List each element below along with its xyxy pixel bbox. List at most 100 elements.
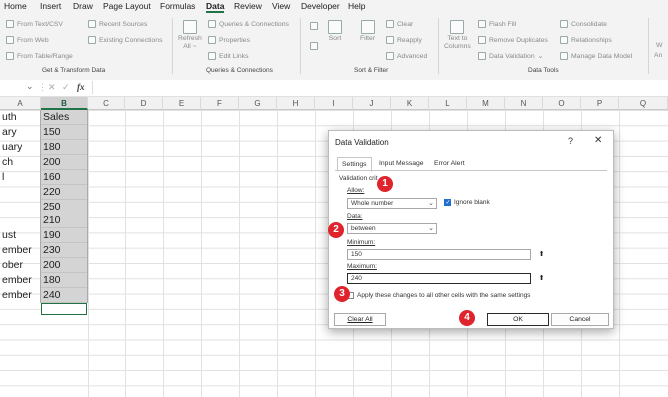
cancel-button[interactable]: Cancel: [551, 313, 609, 326]
menu-developer[interactable]: Developer: [301, 1, 340, 11]
existing-connections-button[interactable]: Existing Connections: [88, 36, 162, 44]
from-web-label: From Web: [17, 36, 49, 44]
column-header-o[interactable]: O: [543, 97, 581, 110]
column-header-d[interactable]: D: [125, 97, 163, 110]
column-header-i[interactable]: I: [315, 97, 353, 110]
sort-za-button[interactable]: [310, 42, 318, 50]
grid-line: [619, 110, 620, 397]
ok-button[interactable]: OK: [487, 313, 549, 326]
edit-links-button[interactable]: Edit Links: [208, 52, 248, 60]
from-web-button[interactable]: From Web: [6, 36, 49, 44]
minimum-input[interactable]: 150 ⬆: [347, 249, 544, 260]
cell-a[interactable]: ch: [2, 155, 13, 170]
consolidate-label: Consolidate: [571, 20, 607, 28]
relationships-button[interactable]: Relationships: [560, 36, 612, 44]
column-header-e[interactable]: E: [163, 97, 201, 110]
cell-a[interactable]: ember: [2, 288, 32, 303]
remove-duplicates-label: Remove Duplicates: [489, 36, 548, 44]
cell-a[interactable]: ust: [2, 228, 16, 243]
column-header-q[interactable]: Q: [619, 97, 668, 110]
column-header-l[interactable]: L: [429, 97, 467, 110]
column-header-k[interactable]: K: [391, 97, 429, 110]
manage-data-model-button[interactable]: Manage Data Model: [560, 52, 632, 60]
enter-icon[interactable]: ✓: [62, 82, 70, 93]
menu-home[interactable]: Home: [4, 1, 27, 11]
from-text-csv-button[interactable]: From Text/CSV: [6, 20, 63, 28]
sort-za-icon: [310, 42, 318, 50]
menu-help[interactable]: Help: [348, 1, 365, 11]
refresh-all-button[interactable]: Refresh All ~: [178, 20, 202, 50]
consolidate-button[interactable]: Consolidate: [560, 20, 607, 28]
menu-draw[interactable]: Draw: [73, 1, 93, 11]
validation-criteria-label: Validation crit: [339, 175, 378, 182]
tab-divider: [335, 170, 607, 171]
column-header-h[interactable]: H: [277, 97, 315, 110]
data-tools-group-label: Data Tools: [528, 67, 559, 74]
close-icon[interactable]: ✕: [594, 135, 602, 146]
minimum-label: Minimum:: [347, 239, 376, 246]
from-table-range-button[interactable]: From Table/Range: [6, 52, 73, 60]
column-header-m[interactable]: M: [467, 97, 505, 110]
sort-icon: [328, 20, 342, 34]
clear-all-button[interactable]: Clear All: [334, 313, 386, 326]
refresh-label: Refresh: [178, 35, 202, 42]
tab-error-alert[interactable]: Error Alert: [430, 157, 469, 170]
cell-a[interactable]: uth: [2, 110, 17, 125]
advanced-button[interactable]: Advanced: [386, 52, 427, 60]
menu-page-layout[interactable]: Page Layout: [103, 1, 151, 11]
menu-insert[interactable]: Insert: [40, 1, 61, 11]
column-header-b[interactable]: B: [41, 97, 88, 110]
menu-view[interactable]: View: [272, 1, 290, 11]
recent-sources-button[interactable]: Recent Sources: [88, 20, 147, 28]
name-box-dropdown-icon[interactable]: ⌄: [26, 81, 34, 92]
text-to-columns-button[interactable]: Text to Columns: [444, 20, 471, 50]
cell-a[interactable]: ober: [2, 258, 23, 273]
sort-button[interactable]: Sort: [328, 20, 342, 42]
column-header-f[interactable]: F: [201, 97, 239, 110]
step-badge-1: 1: [377, 176, 393, 192]
ignore-blank-checkbox[interactable]: [444, 199, 451, 206]
function-icon[interactable]: fx: [77, 82, 85, 92]
column-header-a[interactable]: A: [0, 97, 41, 110]
data-validation-button[interactable]: Data Validation ⌄: [478, 52, 543, 60]
get-transform-group-label: Get & Transform Data: [42, 67, 106, 74]
column-header-n[interactable]: N: [505, 97, 543, 110]
reapply-button[interactable]: Reapply: [386, 36, 422, 44]
cell-a[interactable]: ember: [2, 273, 32, 288]
step-badge-3: 3: [334, 286, 350, 302]
clear-button[interactable]: Clear: [386, 20, 413, 28]
chevron-down-icon: ⌄: [428, 200, 434, 207]
column-header-g[interactable]: G: [239, 97, 277, 110]
formula-input[interactable]: [92, 81, 667, 94]
apply-changes-label: Apply these changes to all other cells w…: [357, 292, 531, 299]
properties-button[interactable]: Properties: [208, 36, 250, 44]
active-cell[interactable]: [41, 303, 87, 315]
column-header-j[interactable]: J: [353, 97, 391, 110]
allow-dropdown[interactable]: Whole number ⌄: [347, 198, 437, 209]
maximum-input[interactable]: 240 ⬆: [347, 273, 544, 284]
column-header-c[interactable]: C: [88, 97, 125, 110]
step-badge-4: 4: [459, 310, 475, 326]
from-table-range-label: From Table/Range: [17, 52, 73, 60]
filter-button[interactable]: Filter: [360, 20, 375, 42]
remove-duplicates-button[interactable]: Remove Duplicates: [478, 36, 548, 44]
tab-input-message[interactable]: Input Message: [375, 157, 428, 170]
data-dropdown[interactable]: between ⌄: [347, 223, 437, 234]
column-header-p[interactable]: P: [581, 97, 619, 110]
menu-data[interactable]: Data: [206, 1, 225, 13]
range-select-icon[interactable]: ⬆: [534, 250, 549, 259]
recent-icon: [88, 20, 96, 28]
menu-formulas[interactable]: Formulas: [160, 1, 195, 11]
queries-connections-button[interactable]: Queries & Connections: [208, 20, 289, 28]
cell-a[interactable]: ary: [2, 125, 17, 140]
menu-review[interactable]: Review: [234, 1, 262, 11]
sort-az-button[interactable]: [310, 22, 318, 30]
cell-a[interactable]: ember: [2, 243, 32, 258]
cancel-icon[interactable]: ✕: [48, 82, 56, 93]
flash-fill-button[interactable]: Flash Fill: [478, 20, 516, 28]
help-icon[interactable]: ?: [568, 136, 573, 146]
cell-a[interactable]: uary: [2, 140, 22, 155]
cell-a[interactable]: l: [2, 170, 4, 185]
range-select-icon[interactable]: ⬆: [534, 274, 549, 283]
flash-fill-label: Flash Fill: [489, 20, 517, 28]
